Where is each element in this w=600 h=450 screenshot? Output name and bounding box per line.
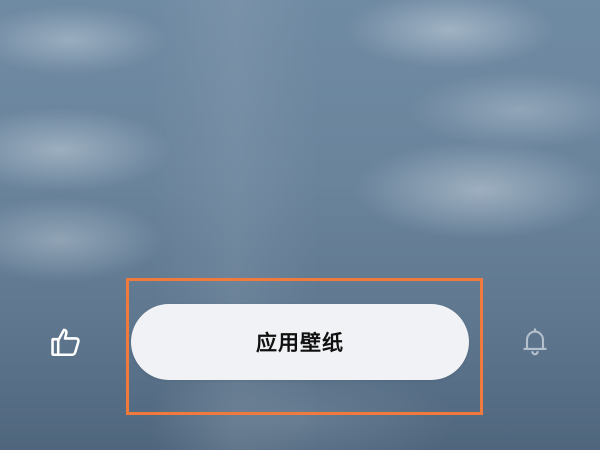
notification-button[interactable] <box>515 322 555 362</box>
like-button[interactable] <box>46 322 86 362</box>
thumbs-up-icon <box>51 328 80 357</box>
highlight-box <box>126 278 483 415</box>
bell-icon <box>523 328 547 356</box>
